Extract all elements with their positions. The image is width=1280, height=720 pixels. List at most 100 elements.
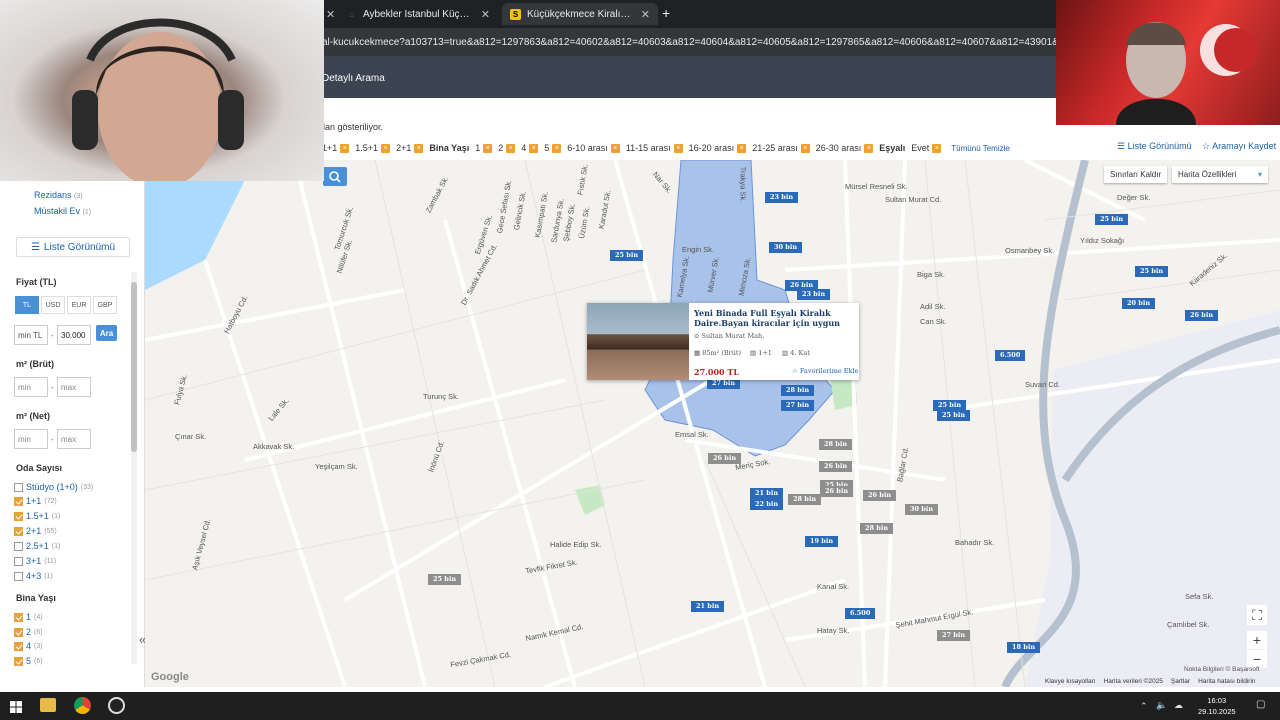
report-error-link[interactable]: Harita hatası bildirin xyxy=(1198,678,1255,685)
close-icon[interactable]: ✕ xyxy=(641,8,650,21)
checkbox[interactable] xyxy=(14,656,23,666)
terms-link[interactable]: Şartlar xyxy=(1171,678,1190,685)
tab-aybekler[interactable]: ⌂ Aybekler İstanbul Küçükçekmece ✕ xyxy=(338,3,498,25)
checkbox[interactable] xyxy=(14,612,23,622)
remove-icon[interactable]: × xyxy=(529,143,539,153)
price-max-input[interactable]: 30.000 xyxy=(57,325,91,345)
checkbox[interactable] xyxy=(14,571,23,581)
currency-gbp-button[interactable]: GBP xyxy=(93,296,117,314)
notifications-icon[interactable]: ▢ xyxy=(1256,699,1265,710)
checkbox[interactable] xyxy=(14,482,23,492)
room-option[interactable]: 2+1 (55) xyxy=(14,526,57,536)
price-pin[interactable]: 30 bin xyxy=(769,242,803,253)
type-link-mustakil-ev[interactable]: Müstakil Ev (1) xyxy=(34,206,91,216)
taskbar-clock[interactable]: 16:03 29.10.2025 xyxy=(1198,695,1236,717)
filter-chip[interactable]: 6-10 arası × xyxy=(567,143,620,153)
price-pin[interactable]: 19 bin xyxy=(805,536,839,547)
add-favorite-link[interactable]: ☆ Favorilerime Ekle xyxy=(792,367,858,375)
price-pin[interactable]: 25 bin xyxy=(937,410,971,421)
remove-icon[interactable]: × xyxy=(737,143,747,153)
listing-title[interactable]: Yeni Binada Full Eşyalı Kiralık Daire.Ba… xyxy=(694,308,854,328)
filter-chip[interactable]: 1.5+1 × xyxy=(355,143,391,153)
room-option[interactable]: Stüdyo (1+0) (33) xyxy=(14,482,93,492)
price-pin[interactable]: 21 bin xyxy=(691,601,725,612)
remove-icon[interactable]: × xyxy=(381,143,391,153)
building-age-option[interactable]: 1 (4) xyxy=(14,612,43,622)
remove-icon[interactable]: × xyxy=(414,143,424,153)
price-pin[interactable]: 26 bin xyxy=(1185,310,1219,321)
building-age-option[interactable]: 5 (6) xyxy=(14,656,43,666)
room-option[interactable]: 2.5+1 (1) xyxy=(14,541,60,551)
checkbox[interactable] xyxy=(14,496,23,506)
price-pin[interactable]: 26 bin xyxy=(820,486,854,497)
network-icon[interactable]: ☁ xyxy=(1174,700,1183,711)
price-pin[interactable]: 25 bin xyxy=(1135,266,1169,277)
price-pin[interactable]: 26 bin xyxy=(863,490,897,501)
filter-chip[interactable]: 2 × xyxy=(498,143,516,153)
price-pin[interactable]: 22 bin xyxy=(750,499,784,510)
price-pin[interactable]: 20 bin xyxy=(1122,298,1156,309)
sidebar-list-view-button[interactable]: ☰ Liste Görünümü xyxy=(16,237,130,257)
area-gross-min-input[interactable]: min xyxy=(14,377,48,397)
new-tab-button[interactable]: + xyxy=(662,5,670,21)
detailed-search-link[interactable]: Detaylı Arama xyxy=(322,73,385,84)
file-explorer-icon[interactable] xyxy=(40,698,56,712)
price-pin[interactable]: 27 bin xyxy=(781,400,815,411)
chrome-icon[interactable] xyxy=(74,697,91,714)
map-search-button[interactable] xyxy=(323,167,347,186)
windows-start-icon[interactable] xyxy=(10,700,22,713)
building-age-option[interactable]: 2 (6) xyxy=(14,627,43,637)
area-net-max-input[interactable]: max xyxy=(57,429,91,449)
filter-chip[interactable]: 11-15 arası × xyxy=(626,143,683,153)
price-pin[interactable]: 27 bin xyxy=(937,630,971,641)
price-search-button[interactable]: Ara xyxy=(96,325,117,341)
price-pin[interactable]: 25 bin xyxy=(428,574,462,585)
price-pin[interactable]: 28 bin xyxy=(819,439,853,450)
price-pin[interactable]: 28 bin xyxy=(860,523,894,534)
price-pin[interactable]: 26 bin xyxy=(819,461,853,472)
remove-icon[interactable]: × xyxy=(340,143,350,153)
map-features-dropdown[interactable]: Harita Özellikleri ▾ xyxy=(1172,166,1268,183)
price-pin[interactable]: 23 bin xyxy=(765,192,799,203)
checkbox[interactable] xyxy=(14,641,23,651)
price-pin[interactable]: 28 bin xyxy=(788,494,822,505)
listing-popup[interactable]: Yeni Binada Full Eşyalı Kiralık Daire.Ba… xyxy=(587,303,859,380)
remove-icon[interactable]: × xyxy=(610,143,620,153)
list-view-link[interactable]: ☰ Liste Görünümü xyxy=(1117,141,1192,152)
currency-eur-button[interactable]: EUR xyxy=(67,296,91,314)
keyboard-shortcuts-link[interactable]: Klavye kısayolları xyxy=(1045,678,1096,685)
room-option[interactable]: 3+1 (11) xyxy=(14,556,56,566)
price-pin[interactable]: 25 bin xyxy=(610,250,644,261)
price-min-input[interactable]: min TL xyxy=(14,325,48,345)
fullscreen-icon[interactable]: ⛶ xyxy=(1247,605,1267,625)
close-icon[interactable]: ✕ xyxy=(326,8,335,21)
price-pin[interactable]: 30 bin xyxy=(905,504,939,515)
currency-tl-button[interactable]: TL xyxy=(15,296,39,314)
filter-chip[interactable]: 21-25 arası × xyxy=(752,143,810,153)
price-pin[interactable]: 18 bin xyxy=(1007,642,1041,653)
remove-icon[interactable]: × xyxy=(483,143,493,153)
remove-icon[interactable]: × xyxy=(800,143,810,153)
checkbox[interactable] xyxy=(14,541,23,551)
remove-icon[interactable]: × xyxy=(506,143,516,153)
listing-photo[interactable] xyxy=(587,303,689,380)
currency-usd-button[interactable]: USD xyxy=(41,296,65,314)
price-pin[interactable]: 6.500 xyxy=(845,608,876,619)
area-net-min-input[interactable]: min xyxy=(14,429,48,449)
price-pin[interactable]: 25 bin xyxy=(1095,214,1129,225)
filter-chip[interactable]: Evet × xyxy=(911,143,942,153)
area-gross-max-input[interactable]: max xyxy=(57,377,91,397)
filter-chip[interactable]: 4 × xyxy=(521,143,539,153)
sidebar-scrollbar[interactable] xyxy=(131,272,137,664)
building-age-option[interactable]: 4 (3) xyxy=(14,641,43,651)
checkbox[interactable] xyxy=(14,526,23,536)
checkbox[interactable] xyxy=(14,511,23,521)
filter-chip[interactable]: 16-20 arası × xyxy=(689,143,747,153)
type-link-rezidans[interactable]: Rezidans (3) xyxy=(34,190,83,200)
obs-icon[interactable] xyxy=(108,697,125,714)
tab-kucukcekmece[interactable]: S Küçükçekmece Kiralık Rezidans ✕ xyxy=(502,3,658,25)
filter-chip[interactable]: 26-30 arası × xyxy=(816,143,874,153)
filter-chip[interactable]: 1 × xyxy=(475,143,493,153)
remove-icon[interactable]: × xyxy=(552,143,562,153)
checkbox[interactable] xyxy=(14,556,23,566)
